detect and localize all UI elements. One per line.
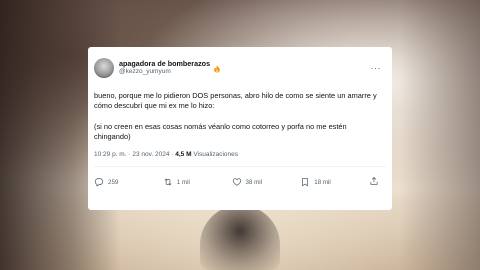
more-icon[interactable]: ···: [371, 63, 382, 73]
bookmark-icon: [302, 178, 309, 187]
tweet-date[interactable]: 23 nov. 2024: [132, 151, 169, 158]
display-name[interactable]: apagadora de bomberazos: [119, 59, 210, 68]
views-label: Visualizaciones: [193, 151, 238, 159]
tweet-meta: 10:29 p. m. · 23 nov. 2024 · 4,5 M Visua…: [94, 151, 381, 158]
bookmark-count: 18 mil: [314, 178, 331, 186]
action-bar: 259 1 mil 38 mil 18 mil: [94, 175, 381, 189]
avatar[interactable]: [94, 58, 114, 78]
like-count: 38 mil: [245, 178, 263, 186]
retweet-count: 1 mil: [176, 178, 190, 186]
retweet-icon: [164, 178, 172, 186]
tweet-paragraph-1: bueno, porque me lo pidieron DOS persona…: [94, 91, 377, 111]
divider: [94, 166, 386, 168]
reply-count: 259: [108, 178, 119, 186]
tweet-paragraph-2: (si no creen en esas cosas nomás véanlo …: [94, 121, 347, 141]
handle[interactable]: @kezzo_yumyum: [119, 68, 221, 75]
retweet-button[interactable]: 1 mil: [163, 177, 232, 187]
background-figure-right: [400, 0, 480, 270]
tweet-header: apagadora de bomberazos @kezzo_yumyum ··…: [94, 56, 381, 80]
meta-separator: ·: [171, 151, 174, 159]
views-count: 4,5 M: [175, 151, 192, 159]
like-button[interactable]: 38 mil: [232, 177, 301, 187]
heart-icon: [232, 178, 241, 186]
share-button[interactable]: [369, 173, 379, 191]
reply-button[interactable]: 259: [94, 177, 163, 187]
fire-icon: [213, 60, 221, 73]
tweet-text: bueno, porque me lo pidieron DOS persona…: [94, 91, 382, 142]
name-row: apagadora de bomberazos: [119, 59, 221, 73]
share-icon: [370, 177, 378, 185]
meta-separator: ·: [128, 151, 131, 159]
reply-icon: [94, 178, 104, 187]
bookmark-button[interactable]: 18 mil: [300, 177, 369, 187]
tweet-card: apagadora de bomberazos @kezzo_yumyum ··…: [88, 47, 392, 210]
tweet-time[interactable]: 10:29 p. m.: [94, 151, 127, 158]
author-info: apagadora de bomberazos @kezzo_yumyum: [119, 59, 221, 76]
